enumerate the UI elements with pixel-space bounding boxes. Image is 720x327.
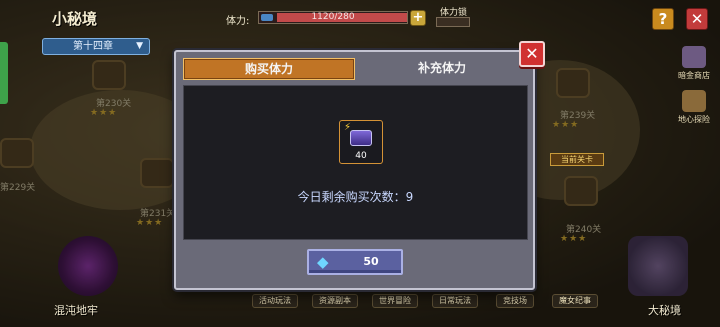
add-stamina-button[interactable]: + (410, 10, 426, 26)
daily-button[interactable]: 日常玩法 (432, 294, 478, 308)
shop-icon (682, 46, 706, 68)
stage-label: 第229关 (0, 183, 36, 193)
diamond-icon: ◆ (317, 253, 329, 271)
close-dialog-button[interactable]: ✕ (519, 41, 545, 67)
left-panel-handle[interactable] (0, 42, 8, 104)
chevron-down-icon: ▼ (136, 41, 143, 51)
chapter-label: 第十四章 (73, 41, 113, 52)
explore-label: 地心探险 (678, 115, 710, 124)
witch-chronicle-button[interactable]: 魔女纪事 (552, 294, 598, 308)
arena-button[interactable]: 竞技场 (496, 294, 534, 308)
stamina-lock-toggle[interactable] (436, 17, 470, 27)
stamina-potion-icon (350, 130, 372, 146)
stage-stars: ★★★ (560, 234, 588, 244)
current-stage-tag: 当前关卡 (550, 153, 604, 166)
chaos-dungeon-label: 混沌地牢 (54, 304, 98, 317)
stage-node[interactable] (556, 68, 590, 98)
tab-buy-stamina[interactable]: 购买体力 (183, 58, 355, 80)
dialog-body: ⚡ 40 今日剩余购买次数：9 (183, 85, 528, 240)
stage-stars: ★★★ (552, 120, 580, 130)
buy-button[interactable]: ◆ 50 (307, 249, 403, 275)
help-button[interactable]: ? (652, 8, 674, 30)
stage-node[interactable] (0, 138, 34, 168)
buy-price: 50 (363, 255, 379, 268)
tab-refill-stamina[interactable]: 补充体力 (356, 58, 528, 80)
stamina-label: 体力: (226, 16, 250, 27)
item-quantity: 40 (355, 151, 367, 161)
explore-button[interactable]: 地心探险 (674, 90, 714, 125)
resource-dungeon-button[interactable]: 资源副本 (312, 294, 358, 308)
close-icon: ✕ (525, 44, 539, 63)
activity-button[interactable]: 活动玩法 (252, 294, 298, 308)
shop-label: 暗金商店 (678, 71, 710, 80)
buy-stamina-dialog: 购买体力 补充体力 ⚡ 40 今日剩余购买次数：9 ◆ 50 ✕ (174, 41, 545, 290)
dialog-tabs: 购买体力 补充体力 (183, 58, 528, 80)
stage-node[interactable] (140, 158, 174, 188)
explore-icon (682, 90, 706, 112)
great-secret-realm-portal[interactable] (628, 236, 688, 296)
lightning-icon: ⚡ (344, 122, 352, 133)
chapter-select[interactable]: 第十四章 ▼ (42, 38, 150, 55)
chaos-dungeon-portal[interactable] (58, 236, 118, 296)
world-adventure-button[interactable]: 世界冒险 (372, 294, 418, 308)
stage-node[interactable] (92, 60, 126, 90)
close-page-button[interactable]: ✕ (686, 8, 708, 30)
stamina-bar: 1120/280 (258, 11, 408, 24)
stamina-value: 1120/280 (311, 12, 355, 22)
stage-stars: ★★★ (136, 218, 164, 228)
stage-stars: ★★★ (90, 108, 118, 118)
region-title: 小秘境 (52, 10, 98, 28)
shop-button[interactable]: 暗金商店 (674, 46, 714, 81)
stage-node[interactable] (564, 176, 598, 206)
stamina-item-card: ⚡ 40 (339, 120, 383, 164)
remaining-purchases-text: 今日剩余购买次数：9 (297, 190, 414, 204)
great-secret-realm-label: 大秘境 (648, 304, 681, 317)
